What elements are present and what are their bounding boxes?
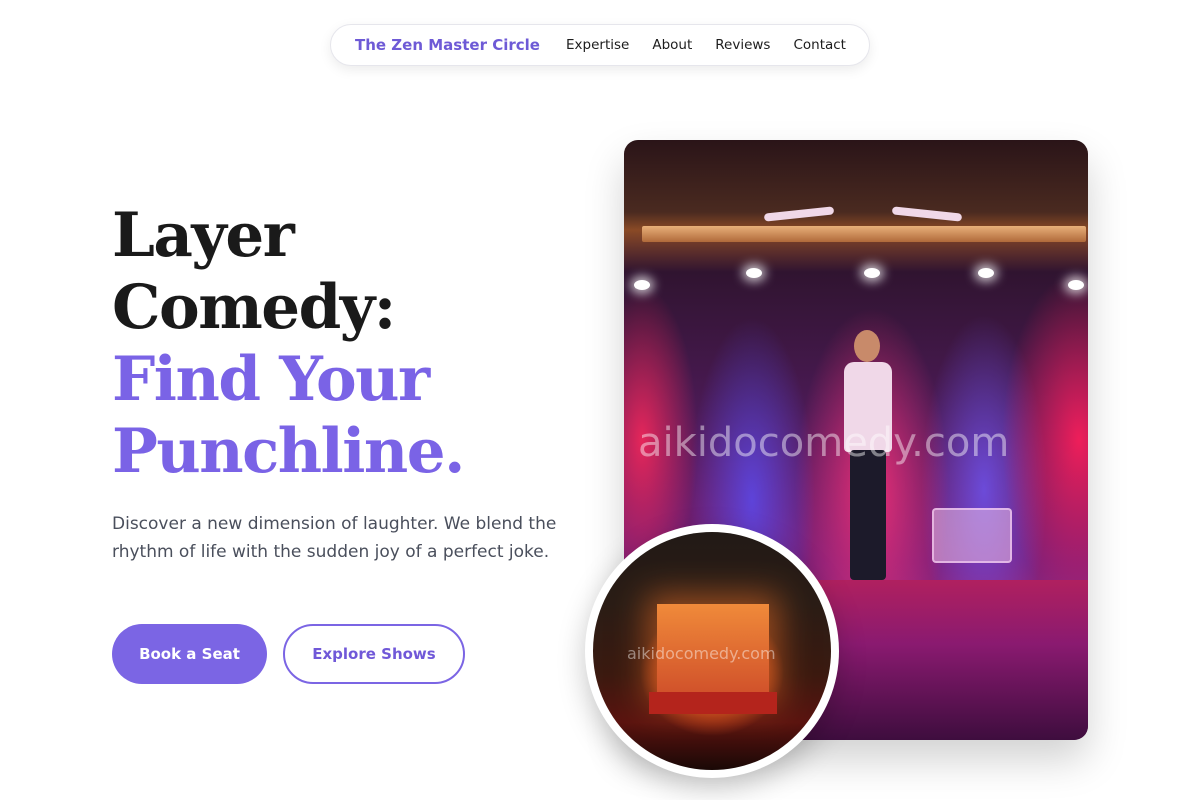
explore-shows-button[interactable]: Explore Shows bbox=[283, 624, 465, 684]
headline-line-1: Layer bbox=[112, 200, 295, 271]
performer-arm bbox=[763, 206, 835, 222]
performer-legs bbox=[850, 450, 886, 580]
venue-inset-image: aikidocomedy.com bbox=[593, 532, 831, 770]
performer-arm bbox=[891, 206, 963, 222]
venue-inset-frame: aikidocomedy.com bbox=[585, 524, 839, 778]
spotlight bbox=[1068, 280, 1084, 290]
headline-accent-line-2: Punchline. bbox=[112, 416, 465, 487]
nav-link-about[interactable]: About bbox=[652, 37, 692, 53]
nav-links: Expertise About Reviews Contact bbox=[566, 37, 869, 53]
hero-headline: Layer Comedy: Find Your Punchline. bbox=[112, 200, 465, 488]
top-nav: The Zen Master Circle Expertise About Re… bbox=[330, 24, 870, 66]
performer-head bbox=[854, 330, 880, 362]
image-watermark: aikidocomedy.com bbox=[638, 420, 1010, 466]
spotlight bbox=[978, 268, 994, 278]
hero-description: Discover a new dimension of laughter. We… bbox=[112, 514, 557, 562]
spotlight bbox=[746, 268, 762, 278]
ceiling-light-bar bbox=[642, 226, 1086, 242]
inset-watermark: aikidocomedy.com bbox=[627, 644, 776, 663]
brand-logo-link[interactable]: The Zen Master Circle bbox=[355, 36, 540, 54]
nav-link-contact[interactable]: Contact bbox=[793, 37, 846, 53]
stage-equipment bbox=[932, 508, 1012, 563]
inset-stage bbox=[649, 692, 777, 714]
nav-link-reviews[interactable]: Reviews bbox=[715, 37, 770, 53]
book-a-seat-button[interactable]: Book a Seat bbox=[112, 624, 267, 684]
headline-accent-line-1: Find Your bbox=[112, 344, 430, 415]
spotlight bbox=[634, 280, 650, 290]
nav-link-expertise[interactable]: Expertise bbox=[566, 37, 629, 53]
spotlight bbox=[864, 268, 880, 278]
headline-line-2: Comedy: bbox=[112, 272, 396, 343]
